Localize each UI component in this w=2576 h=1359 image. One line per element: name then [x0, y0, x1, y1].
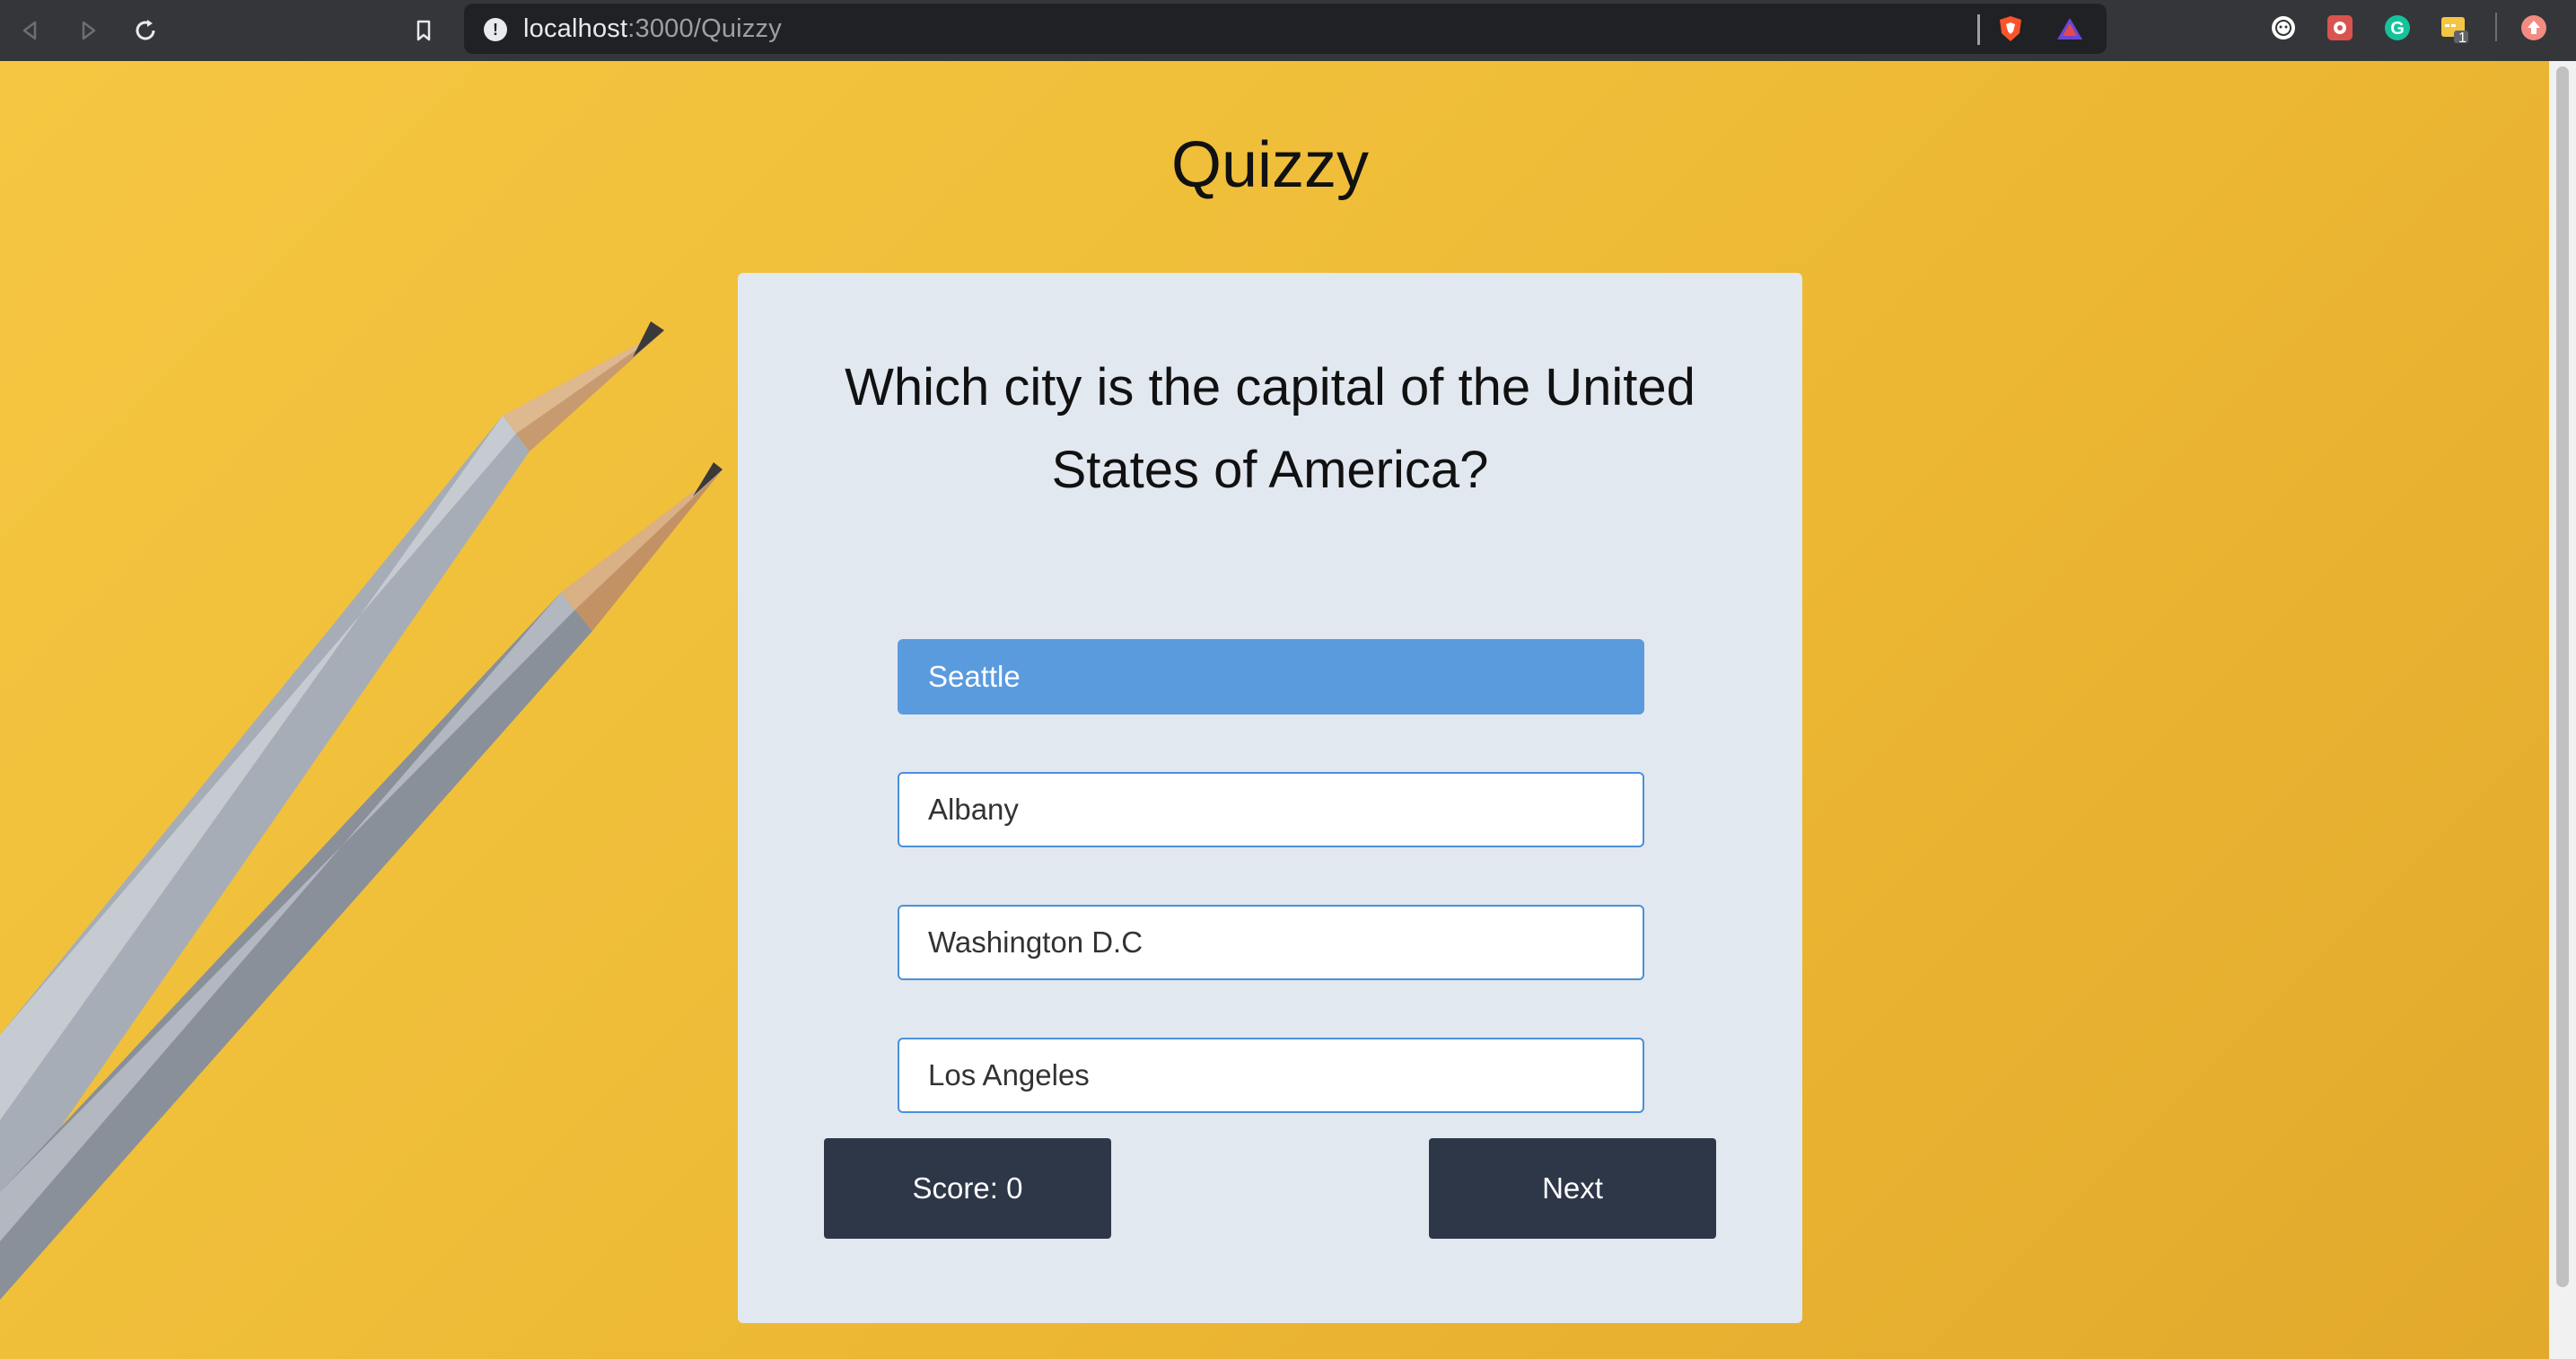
- toolbar-separator: [2495, 13, 2497, 41]
- extension-icon[interactable]: [2268, 13, 2299, 43]
- answer-option[interactable]: Seattle: [898, 639, 1644, 715]
- extension-red-icon[interactable]: [2325, 13, 2355, 43]
- forward-icon[interactable]: [68, 11, 108, 50]
- page-title: Quizzy: [1170, 129, 1370, 201]
- url-text: localhost:3000/Quizzy: [523, 14, 782, 44]
- next-button[interactable]: Next: [1429, 1138, 1716, 1239]
- grammarly-icon[interactable]: G: [2382, 13, 2413, 43]
- brave-rewards-icon[interactable]: [2055, 13, 2085, 44]
- profile-icon[interactable]: [2519, 13, 2549, 43]
- page-background: Quizzy Which city is the capital of the …: [0, 61, 2549, 1359]
- back-icon[interactable]: [11, 11, 50, 50]
- quiz-card: Which city is the capital of the United …: [738, 273, 1802, 1323]
- omnibox-divider: [1977, 14, 1980, 45]
- scrollbar[interactable]: [2549, 61, 2576, 1359]
- answer-option[interactable]: Los Angeles: [898, 1038, 1644, 1113]
- score-display: Score: 0: [824, 1138, 1111, 1239]
- url-path: :3000/Quizzy: [627, 14, 782, 43]
- url-host: localhost: [523, 14, 628, 43]
- answer-option[interactable]: Albany: [898, 772, 1644, 847]
- site-info-icon[interactable]: !: [484, 18, 507, 41]
- brave-shield-icon[interactable]: [1995, 13, 2026, 44]
- question-text: Which city is the capital of the United …: [845, 358, 1695, 499]
- address-bar[interactable]: ! localhost:3000/Quizzy: [464, 4, 2107, 54]
- browser-toolbar: ! localhost:3000/Quizzy G 1: [0, 0, 2576, 61]
- extension-badge: 1: [2458, 31, 2466, 46]
- reload-icon[interactable]: [126, 11, 165, 50]
- pencils-image: [0, 321, 723, 1300]
- svg-text:G: G: [2390, 19, 2405, 39]
- bookmark-icon[interactable]: [404, 11, 443, 50]
- scrollbar-thumb[interactable]: [2556, 66, 2569, 1287]
- extension-yellow-icon[interactable]: 1: [2439, 13, 2469, 46]
- answer-option[interactable]: Washington D.C: [898, 905, 1644, 980]
